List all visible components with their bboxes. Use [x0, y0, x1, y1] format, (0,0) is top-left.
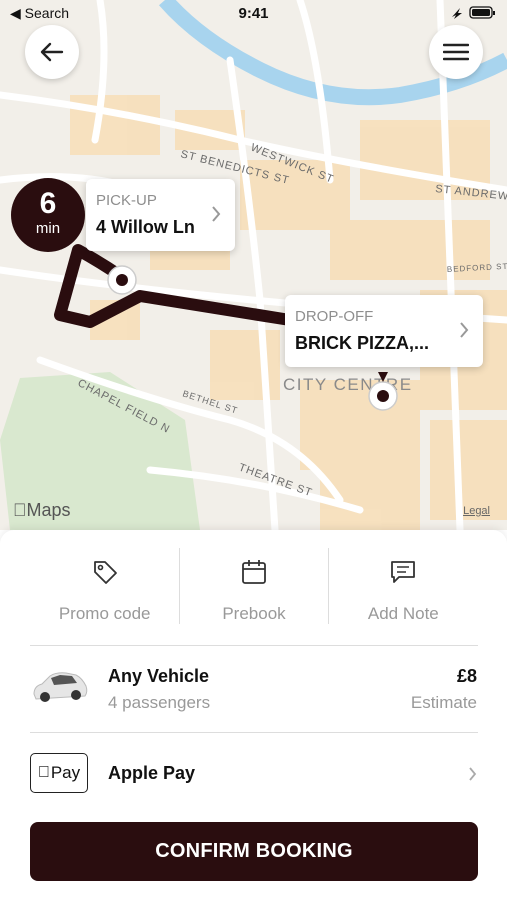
status-icons: [449, 5, 497, 26]
arrow-left-icon: [40, 42, 64, 62]
status-time: 9:41: [238, 5, 269, 22]
promo-code-button[interactable]: Promo code: [30, 548, 179, 626]
divider: [328, 548, 329, 624]
price-note: Estimate: [410, 693, 477, 712]
status-bar: ◀ Search 9:41: [0, 0, 507, 28]
dropoff-callout[interactable]: DROP-OFF BRICK PIZZA,...: [285, 295, 483, 367]
promo-code-label: Promo code: [58, 604, 151, 623]
prebook-label: Prebook: [222, 604, 286, 623]
menu-button[interactable]: [429, 25, 483, 79]
map-view[interactable]: ST BENEDICTS ST WESTWICK ST ST ANDREW BE…: [0, 0, 507, 530]
vehicle-row[interactable]: Any Vehicle 4 passengers £8 Estimate: [0, 646, 507, 732]
booking-sheet: Promo code Prebook Add Note Any Vehicle …: [0, 530, 507, 900]
options-row: Promo code Prebook Add Note: [30, 548, 478, 626]
dropoff-address: BRICK PIZZA,...: [295, 333, 429, 353]
eta-value: 6: [39, 187, 57, 220]
location-icon: [452, 8, 462, 19]
legal-link[interactable]: Legal: [463, 505, 490, 517]
payment-method: Apple Pay: [108, 763, 196, 783]
pickup-address: 4 Willow Ln: [96, 217, 195, 237]
apple-pay-badge: Pay: [30, 753, 88, 793]
calendar-icon: [242, 560, 266, 584]
divider: [179, 548, 180, 624]
vehicle-passengers: 4 passengers: [108, 693, 211, 712]
confirm-booking-button[interactable]: CONFIRM BOOKING: [30, 822, 478, 881]
map-canvas: ST BENEDICTS ST WESTWICK ST ST ANDREW BE…: [0, 0, 507, 530]
back-button[interactable]: [25, 25, 79, 79]
apple-maps-logo: Maps: [13, 500, 71, 520]
add-note-button[interactable]: Add Note: [329, 548, 478, 626]
pickup-callout[interactable]: PICK-UP 4 Willow Ln: [86, 179, 235, 251]
payment-row[interactable]: Pay Apple Pay: [0, 733, 507, 813]
pickup-label: PICK-UP: [96, 192, 157, 209]
message-icon: [391, 561, 416, 583]
hamburger-icon: [443, 43, 469, 61]
street-label: BEDFORD ST: [447, 262, 507, 274]
chevron-right-icon: [212, 206, 221, 222]
chevron-right-icon: [460, 322, 469, 338]
dropoff-label: DROP-OFF: [295, 308, 374, 325]
eta-unit: min: [35, 220, 61, 237]
car-icon: [33, 672, 88, 702]
price-value: £8: [456, 666, 477, 686]
add-note-label: Add Note: [367, 604, 439, 623]
eta-badge: 6 min: [11, 178, 85, 252]
chevron-right-icon: [469, 767, 477, 781]
prebook-button[interactable]: Prebook: [179, 548, 328, 626]
tag-icon: [93, 561, 117, 584]
vehicle-name: Any Vehicle: [108, 666, 210, 686]
